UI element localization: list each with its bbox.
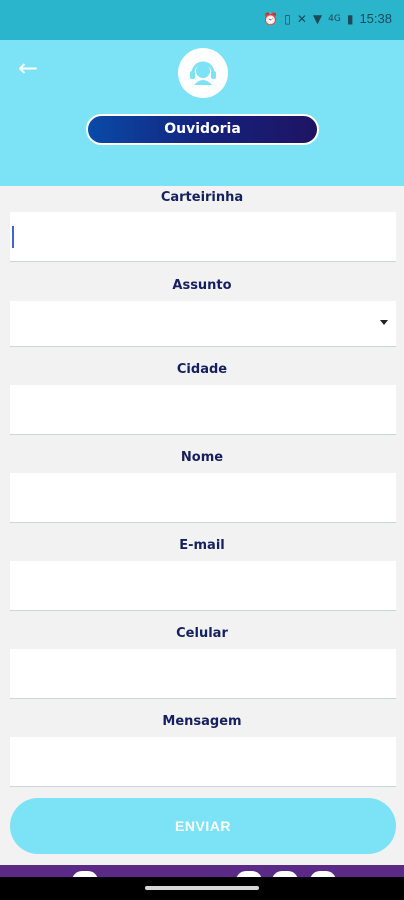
- chevron-down-icon: [380, 320, 388, 325]
- carteirinha-field[interactable]: [10, 212, 396, 262]
- vibrate-icon: ▯: [284, 11, 291, 26]
- home-gesture-handle[interactable]: [145, 886, 259, 890]
- email-field[interactable]: [10, 561, 396, 611]
- header: ← Ouvidoria: [0, 40, 404, 186]
- nfc-icon: ✕: [296, 11, 307, 26]
- signal-icon: 4G: [328, 13, 341, 24]
- page-title: Ouvidoria: [86, 114, 319, 145]
- alarm-icon: ⏰: [263, 11, 279, 26]
- status-icons: ⏰ ▯ ✕ ▼ 4G ▮ 15:38: [263, 11, 392, 26]
- mensagem-field[interactable]: [10, 737, 396, 787]
- email-label: E-mail: [179, 538, 225, 553]
- wifi-icon: ▼: [312, 11, 323, 26]
- cidade-field[interactable]: [10, 385, 396, 435]
- submit-button[interactable]: ENVIAR: [10, 798, 396, 854]
- assunto-label: Assunto: [172, 278, 232, 293]
- back-button[interactable]: ←: [14, 54, 42, 82]
- celular-field[interactable]: [10, 649, 396, 699]
- status-time: 15:38: [359, 11, 392, 26]
- mensagem-label: Mensagem: [162, 714, 242, 729]
- headset-icon: [190, 61, 216, 85]
- nome-field[interactable]: [10, 473, 396, 523]
- status-bar: ⏰ ▯ ✕ ▼ 4G ▮ 15:38: [0, 0, 404, 40]
- arrow-left-icon: ←: [17, 54, 39, 82]
- celular-label: Celular: [176, 626, 228, 641]
- assunto-select[interactable]: [10, 301, 396, 347]
- text-cursor: [12, 226, 14, 248]
- nome-label: Nome: [180, 450, 224, 465]
- logo: [178, 48, 228, 98]
- carteirinha-label: Carteirinha: [160, 190, 244, 205]
- battery-icon: ▮: [346, 11, 354, 26]
- bottom-bar: [0, 865, 404, 877]
- cidade-label: Cidade: [176, 362, 228, 377]
